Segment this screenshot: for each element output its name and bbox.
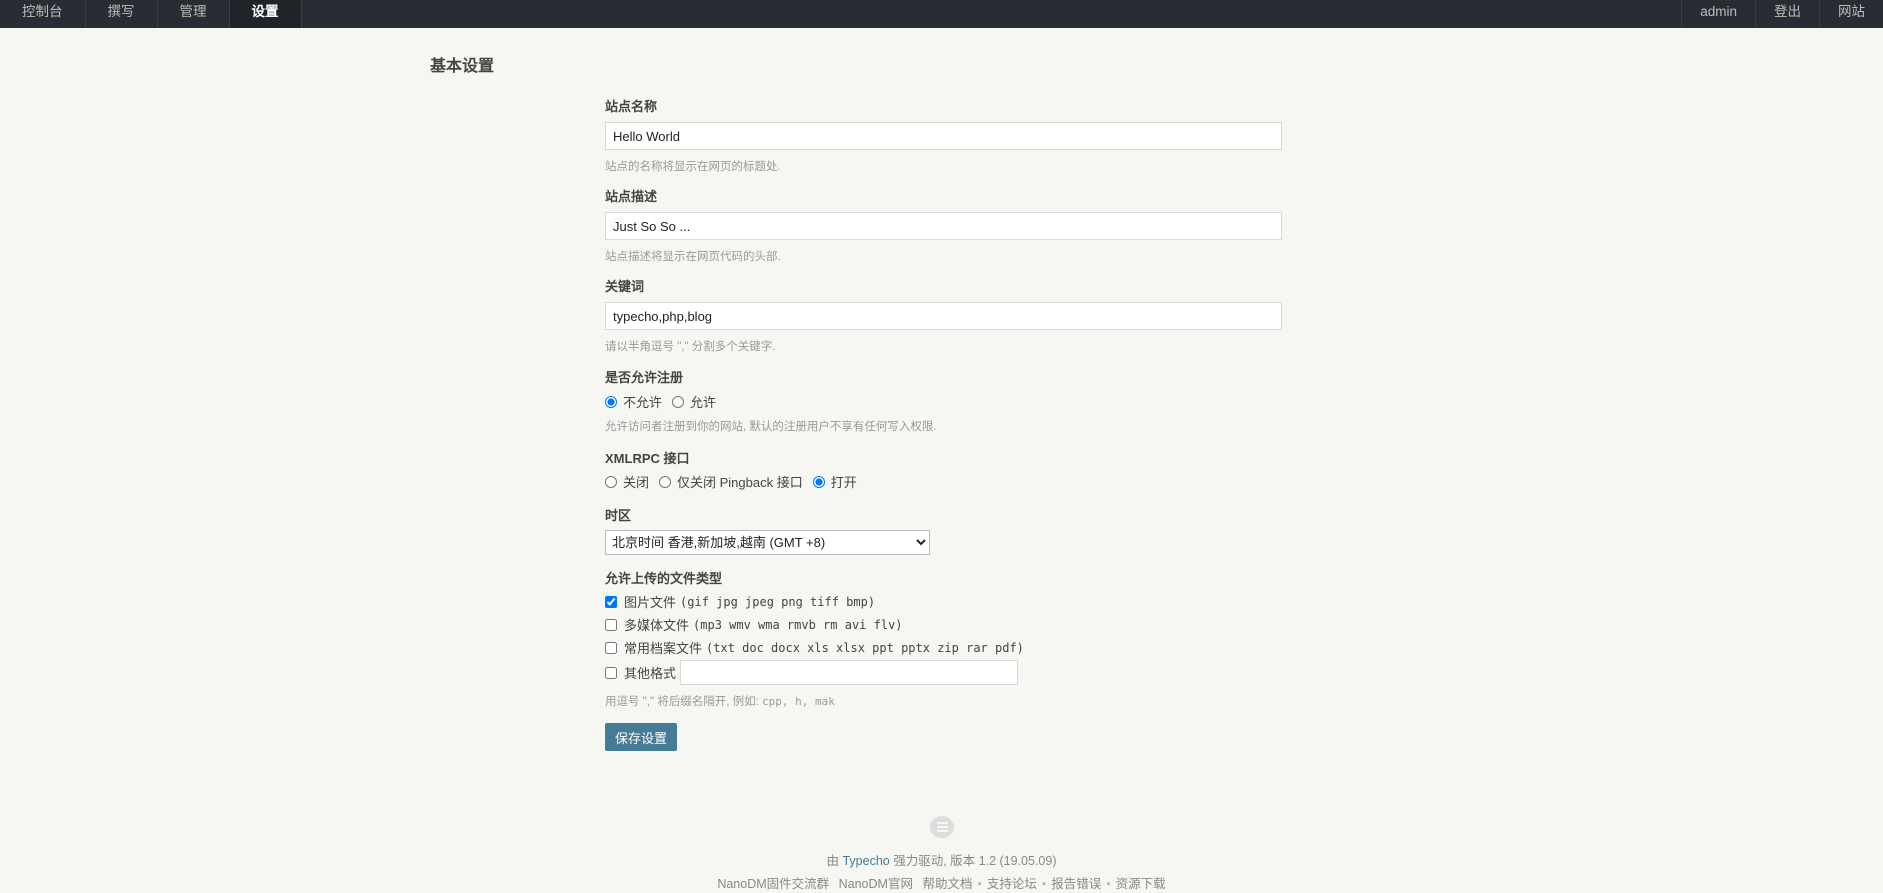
xmlrpc-label: XMLRPC 接口 — [605, 451, 690, 466]
site-desc-desc: 站点描述将显示在网页代码的头部. — [605, 251, 781, 263]
xmlrpc-option-pingback-off-label: 仅关闭 Pingback 接口 — [677, 475, 803, 490]
nav-write[interactable]: 撰写 — [86, 0, 158, 28]
upload-docs-label: 常用档案文件 — [624, 641, 703, 656]
footer-separator: • — [1041, 877, 1047, 891]
upload-types-label: 允许上传的文件类型 — [605, 571, 723, 586]
upload-media-exts: (mp3 wmv wma rmvb rm avi flv) — [693, 617, 903, 632]
top-nav-right: admin 登出 网站 — [1681, 0, 1883, 28]
xmlrpc-option-off[interactable]: 关闭 — [605, 472, 649, 491]
footer-credit: 由 Typecho 强力驱动, 版本 1.2 (19.05.09) — [0, 850, 1883, 869]
footer-link-qq-group[interactable]: NanoDM固件交流群 — [717, 877, 829, 891]
site-name-desc: 站点的名称将显示在网页的标题处. — [605, 161, 781, 173]
register-option-allow-label: 允许 — [690, 395, 717, 410]
top-nav: 控制台 撰写 管理 设置 admin 登出 网站 — [0, 0, 1883, 28]
upload-docs-checkbox[interactable] — [605, 641, 617, 654]
footer-link-help-docs[interactable]: 帮助文档 — [922, 877, 972, 891]
upload-desc: 用逗号 "," 将后缀名隔开, 例如: cpp, h, mak — [605, 693, 835, 709]
register-label: 是否允许注册 — [605, 370, 684, 385]
upload-type-docs[interactable]: 常用档案文件 (txt doc docx xls xlsx ppt pptx z… — [605, 638, 1024, 657]
xmlrpc-option-pingback-off[interactable]: 仅关闭 Pingback 接口 — [659, 472, 803, 491]
xmlrpc-option-on-label: 打开 — [830, 475, 857, 490]
upload-other-input[interactable] — [680, 660, 1019, 685]
top-nav-left: 控制台 撰写 管理 设置 — [0, 0, 302, 28]
register-desc: 允许访问者注册到你的网站, 默认的注册用户不享有任何写入权限. — [605, 421, 937, 433]
register-option-allow[interactable]: 允许 — [672, 392, 716, 411]
footer-link-official-site[interactable]: NanoDM官网 — [839, 877, 913, 891]
site-name-input[interactable] — [605, 122, 1282, 150]
footer-link-report-bug[interactable]: 报告错误 — [1051, 877, 1101, 891]
site-desc-input[interactable] — [605, 212, 1282, 240]
upload-images-checkbox[interactable] — [605, 595, 617, 608]
nav-manage[interactable]: 管理 — [158, 0, 230, 28]
keywords-desc: 请以半角逗号 "," 分割多个关键字. — [605, 341, 776, 353]
xmlrpc-radio-off[interactable] — [605, 475, 617, 488]
footer-link-forum[interactable]: 支持论坛 — [987, 877, 1037, 891]
upload-type-other[interactable]: 其他格式 — [605, 660, 1019, 685]
xmlrpc-radio-pingback-off[interactable] — [659, 475, 672, 488]
footer-prefix: 由 — [826, 854, 839, 868]
timezone-label: 时区 — [605, 508, 632, 523]
register-option-deny[interactable]: 不允许 — [605, 392, 662, 411]
register-radio-deny[interactable] — [605, 395, 617, 408]
timezone-select[interactable]: 北京时间 香港,新加坡,越南 (GMT +8) — [605, 530, 930, 555]
footer-separator: • — [1106, 877, 1111, 891]
save-settings-button[interactable]: 保存设置 — [605, 723, 677, 751]
upload-type-media[interactable]: 多媒体文件 (mp3 wmv wma rmvb rm avi flv) — [605, 615, 903, 634]
upload-docs-exts: (txt doc docx xls xlsx ppt pptx zip rar … — [706, 640, 1024, 655]
upload-media-label: 多媒体文件 — [624, 618, 690, 633]
register-option-deny-label: 不允许 — [623, 395, 663, 410]
site-name-label: 站点名称 — [605, 99, 658, 114]
xmlrpc-option-off-label: 关闭 — [623, 475, 650, 490]
upload-media-checkbox[interactable] — [605, 618, 617, 631]
nav-site[interactable]: 网站 — [1819, 0, 1883, 28]
typecho-logo-icon — [930, 816, 954, 838]
nav-settings[interactable]: 设置 — [229, 0, 302, 28]
footer-typecho-link[interactable]: Typecho — [842, 854, 889, 868]
upload-images-label: 图片文件 — [624, 595, 677, 610]
xmlrpc-radio-on[interactable] — [812, 475, 825, 488]
nav-dashboard[interactable]: 控制台 — [0, 0, 86, 28]
footer-links: NanoDM固件交流群 NanoDM官网 帮助文档 • 支持论坛 • 报告错误 • 资源下载 — [0, 873, 1883, 892]
upload-type-images[interactable]: 图片文件 (gif jpg jpeg png tiff bmp) — [605, 592, 875, 611]
keywords-label: 关键词 — [605, 279, 645, 294]
xmlrpc-option-on[interactable]: 打开 — [812, 472, 857, 491]
register-options: 不允许 允许 — [605, 392, 726, 411]
register-radio-allow[interactable] — [672, 395, 685, 408]
footer-link-downloads[interactable]: 资源下载 — [1116, 877, 1166, 891]
upload-images-exts: (gif jpg jpeg png tiff bmp) — [680, 594, 876, 609]
footer-separator: • — [977, 877, 982, 891]
upload-desc-example: cpp, h, mak — [762, 695, 835, 708]
footer-version: 强力驱动, 版本 1.2 (19.05.09) — [893, 854, 1057, 868]
upload-desc-text: 用逗号 "," 将后缀名隔开, 例如: — [605, 696, 763, 708]
keywords-input[interactable] — [605, 302, 1282, 330]
site-desc-label: 站点描述 — [605, 189, 658, 204]
nav-user[interactable]: admin — [1681, 0, 1755, 28]
upload-other-checkbox[interactable] — [605, 666, 617, 679]
upload-other-label: 其他格式 — [624, 666, 677, 681]
xmlrpc-options: 关闭 仅关闭 Pingback 接口 打开 — [605, 472, 867, 491]
page-title: 基本设置 — [430, 58, 495, 75]
nav-logout[interactable]: 登出 — [1755, 0, 1819, 28]
